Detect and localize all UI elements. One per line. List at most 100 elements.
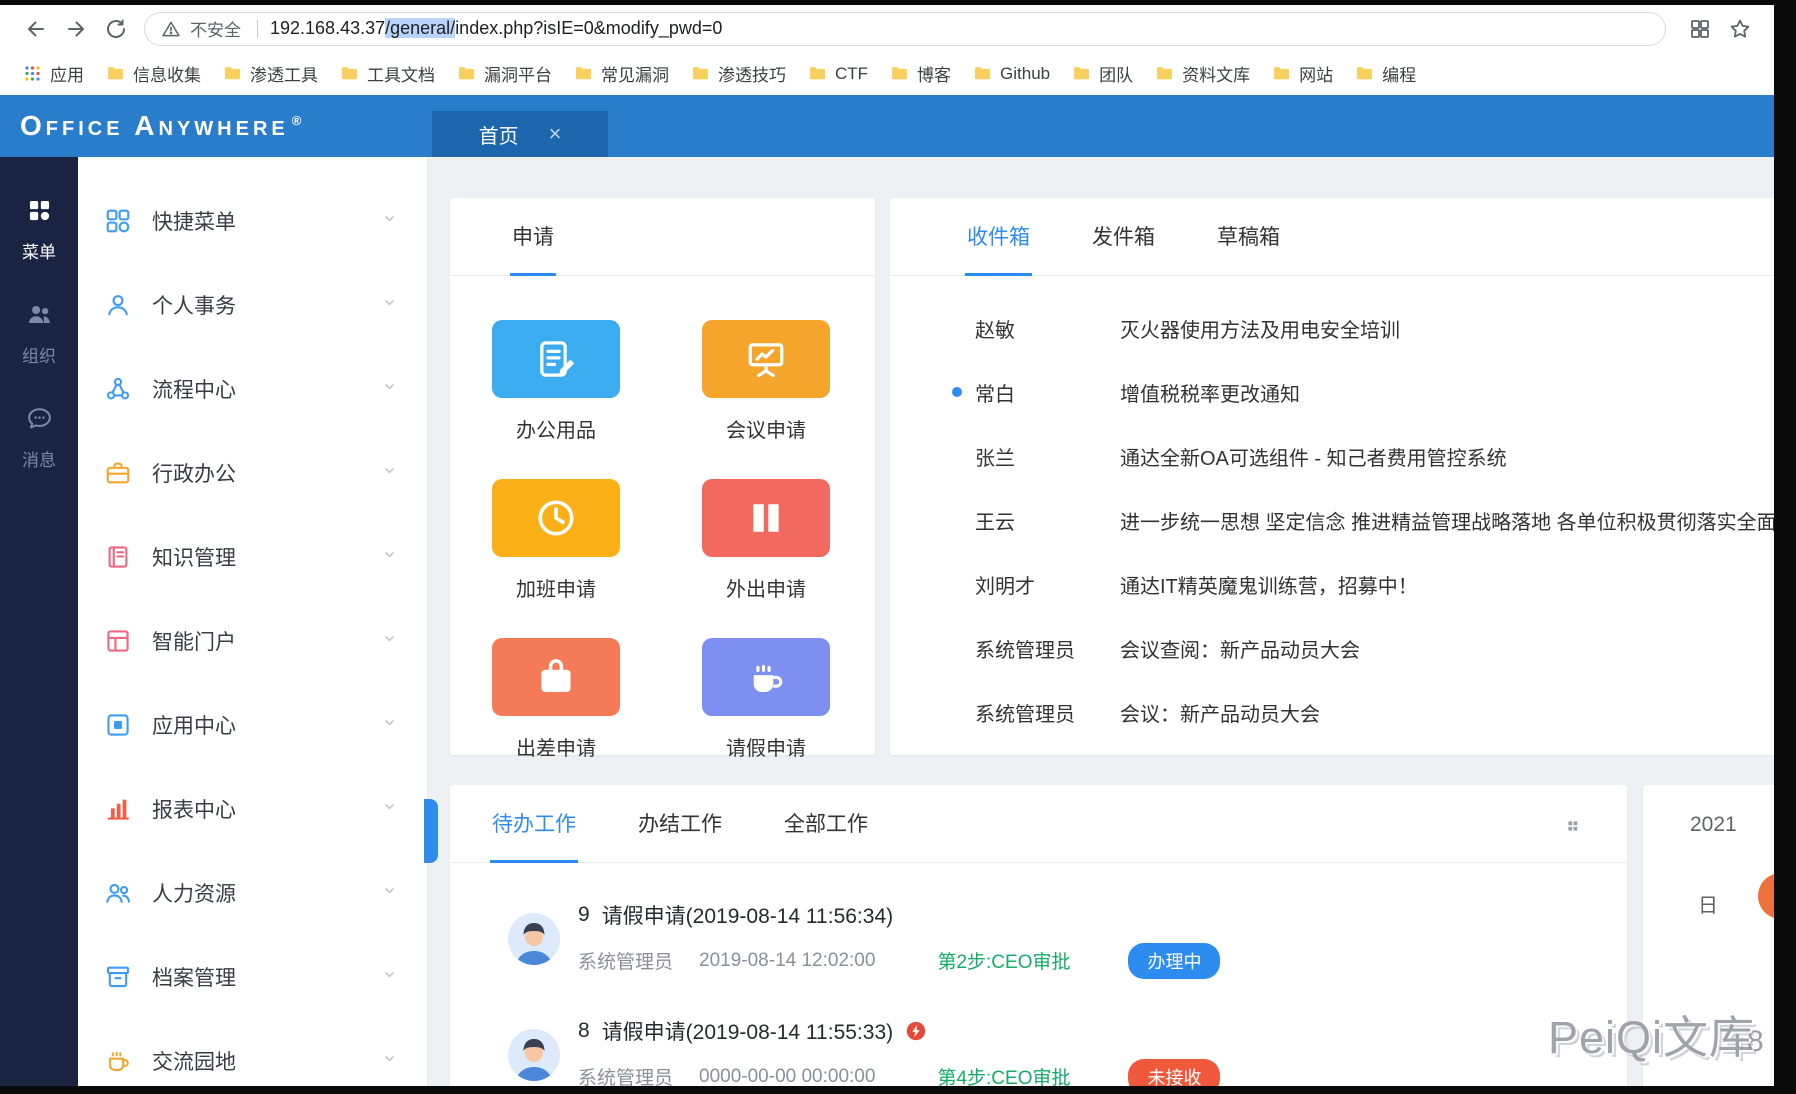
app-shortcut-outing[interactable]: 外出申请 (702, 479, 830, 602)
iconbar-label: 消息 (22, 446, 56, 471)
mail-sender: 常白 (975, 378, 1120, 407)
tab-pending-work-label: 待办工作 (492, 813, 576, 836)
iconbar-item-messages[interactable]: 消息 (22, 405, 56, 471)
app-shortcut-business-trip[interactable]: 出差申请 (492, 638, 620, 761)
menu-item-quick-menu[interactable]: 快捷菜单 (78, 179, 427, 263)
menu-item-report-center[interactable]: 报表中心 (78, 767, 427, 851)
mail-row[interactable]: 赵敏 灭火器使用方法及用电安全培训 (890, 296, 1774, 360)
work-item-title-line: 8 请假申请(2019-08-14 11:55:33) (578, 1016, 1220, 1046)
menu-item-app-center[interactable]: 应用中心 (78, 683, 427, 767)
mail-row[interactable]: 王云 进一步统一思想 坚定信念 推进精益管理战略落地 各单位积极贯彻落实全面 (890, 488, 1774, 552)
bookmark-folder[interactable]: 渗透技巧 (680, 56, 797, 91)
work-item[interactable]: 8 请假申请(2019-08-14 11:55:33) 系统管理员 0000-0… (508, 997, 1627, 1086)
bookmark-label: 信息收集 (133, 61, 201, 86)
app-shortcut-overtime[interactable]: 加班申请 (492, 479, 620, 602)
mail-row[interactable]: 张兰 通达全新OA可选组件 - 知己者费用管控系统 (890, 424, 1774, 488)
back-button[interactable] (16, 9, 56, 49)
tab-close-icon[interactable]: × (549, 123, 562, 145)
bookmark-folder[interactable]: Github (962, 59, 1061, 89)
bookmark-folder[interactable]: 工具文档 (329, 56, 446, 91)
menu-item-forum[interactable]: 交流园地 (78, 1019, 427, 1086)
mail-row[interactable]: 系统管理员 会议：新产品动员大会 (890, 680, 1774, 744)
address-bar[interactable]: 不安全 192.168.43.37/general/index.php?isIE… (144, 12, 1666, 46)
security-label: 不安全 (190, 16, 241, 41)
bookmark-folder[interactable]: 博客 (879, 56, 962, 91)
calendar-date: 8 (1747, 1025, 1764, 1059)
bookmark-folder[interactable]: 漏洞平台 (446, 56, 563, 91)
bookmark-folder[interactable]: 渗透工具 (212, 56, 329, 91)
chevron-down-icon (380, 377, 399, 401)
iconbar-item-menu[interactable]: 菜单 (22, 197, 56, 263)
menu-item-admin-office[interactable]: 行政办公 (78, 431, 427, 515)
forward-button[interactable] (56, 9, 96, 49)
bookmark-folder[interactable]: CTF (797, 59, 879, 89)
iconbar-label: 组织 (22, 342, 56, 367)
work-item-number: 8 (578, 1019, 590, 1043)
tab-all-work[interactable]: 全部工作 (782, 808, 870, 862)
tab-all-work-label: 全部工作 (784, 813, 868, 836)
people-icon (26, 301, 53, 333)
archive-box-icon (104, 963, 132, 991)
mail-subject: 进一步统一思想 坚定信念 推进精益管理战略落地 各单位积极贯彻落实全面 (1120, 506, 1774, 535)
menu-item-workflow-center[interactable]: 流程中心 (78, 347, 427, 431)
oa-app: Office Anywhere® 首页 × 菜单 组织 消息 (0, 95, 1774, 1086)
unread-dot (952, 387, 962, 397)
desktop: { "browser": { "address": { "security_la… (0, 0, 1796, 1094)
presentation-board-icon (702, 320, 830, 398)
app-shortcut-office-supplies[interactable]: 办公用品 (492, 320, 620, 443)
mail-row[interactable]: 刘明才 通达IT精英魔鬼训练营，招募中！ (890, 552, 1774, 616)
urgent-lightning-icon (905, 1020, 927, 1042)
app-shortcut-meeting[interactable]: 会议申请 (702, 320, 830, 443)
menu-item-label: 快捷菜单 (152, 206, 380, 236)
bookmark-folder[interactable]: 网站 (1261, 56, 1344, 91)
bookmark-folder[interactable]: 资料文库 (1144, 56, 1261, 91)
bookmark-folder[interactable]: 编程 (1344, 56, 1427, 91)
work-item-sender: 系统管理员 (578, 947, 673, 974)
folder-icon (890, 64, 909, 83)
folder-icon (1072, 64, 1091, 83)
tab-outbox[interactable]: 发件箱 (1090, 221, 1157, 275)
reload-button[interactable] (96, 9, 136, 49)
bookmark-folder[interactable]: 团队 (1061, 56, 1144, 91)
tab-drafts[interactable]: 草稿箱 (1215, 221, 1282, 275)
sidebar-collapse-handle[interactable] (424, 799, 438, 863)
mail-subject: 会议：新产品动员大会 (1120, 698, 1774, 727)
app-logo-text: Office Anywhere (20, 110, 289, 141)
bookmark-star-icon[interactable] (1720, 9, 1760, 49)
app-shortcut-label: 外出申请 (726, 573, 806, 602)
bookmark-apps[interactable]: 应用 (12, 56, 95, 91)
tab-home[interactable]: 首页 × (432, 111, 608, 157)
app-shortcut-leave[interactable]: 请假申请 (702, 638, 830, 761)
extensions-icon[interactable] (1680, 9, 1720, 49)
menu-item-label: 报表中心 (152, 794, 380, 824)
tab-inbox[interactable]: 收件箱 (965, 221, 1032, 275)
calendar-highlighted-date-circle[interactable] (1758, 873, 1774, 919)
menu-item-archives[interactable]: 档案管理 (78, 935, 427, 1019)
iconbar-item-organization[interactable]: 组织 (22, 301, 56, 367)
menu-item-label: 智能门户 (152, 626, 380, 656)
tab-apply[interactable]: 申请 (510, 221, 556, 275)
office-supplies-icon (492, 320, 620, 398)
work-item-step: 第4步:CEO审批 (937, 1063, 1070, 1086)
panel-options-grid-icon[interactable] (1565, 816, 1585, 836)
status-badge: 办理中 (1128, 943, 1220, 979)
tab-finished-work[interactable]: 办结工作 (636, 808, 724, 862)
menu-item-smart-portal[interactable]: 智能门户 (78, 599, 427, 683)
tab-pending-work[interactable]: 待办工作 (490, 808, 578, 862)
mail-row[interactable]: 常白 增值税税率更改通知 (890, 360, 1774, 424)
bookmark-label: 博客 (917, 61, 951, 86)
avatar (508, 1029, 560, 1081)
menu-item-human-resources[interactable]: 人力资源 (78, 851, 427, 935)
work-list: 9 请假申请(2019-08-14 11:56:34) 系统管理员 2019-0… (450, 863, 1627, 1086)
address-divider (257, 20, 258, 38)
menu-item-knowledge-management[interactable]: 知识管理 (78, 515, 427, 599)
bookmark-folder[interactable]: 信息收集 (95, 56, 212, 91)
app-window-icon (104, 711, 132, 739)
work-item-title: 请假申请(2019-08-14 11:56:34) (602, 900, 893, 930)
work-item[interactable]: 9 请假申请(2019-08-14 11:56:34) 系统管理员 2019-0… (508, 881, 1627, 997)
chevron-down-icon (380, 461, 399, 485)
mail-row[interactable]: 系统管理员 会议查阅：新产品动员大会 (890, 616, 1774, 680)
menu-item-personal-affairs[interactable]: 个人事务 (78, 263, 427, 347)
bookmark-folder[interactable]: 常见漏洞 (563, 56, 680, 91)
folder-icon (1155, 64, 1174, 83)
